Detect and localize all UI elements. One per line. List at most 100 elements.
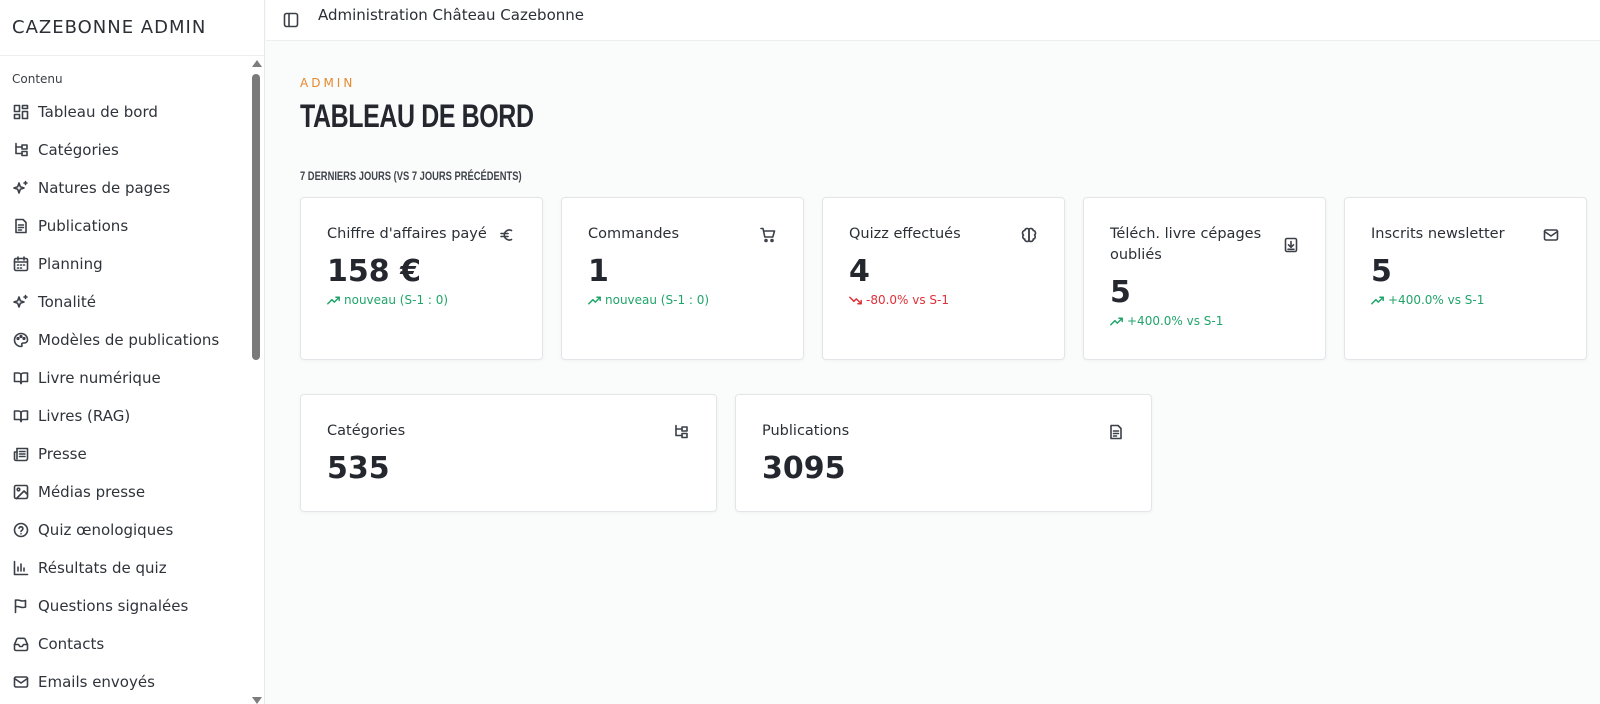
sidebar-item-label: Planning	[38, 255, 103, 273]
sidebar-item-livre-numerique[interactable]: Livre numérique	[0, 359, 264, 397]
kpi-label: Inscrits newsletter	[1371, 226, 1505, 242]
page-eyebrow: ADMIN	[300, 76, 356, 90]
kpi-delta: nouveau (S-1 : 0)	[327, 293, 516, 307]
stat-card-categories[interactable]: Catégories 535	[300, 394, 717, 512]
main-content: ADMIN TABLEAU DE BORD 7 DERNIERS JOURS (…	[300, 41, 1600, 512]
sidebar-item-label: Natures de pages	[38, 179, 171, 197]
calendar-icon	[12, 255, 30, 273]
sidebar-item-label: Livre numérique	[38, 369, 161, 387]
trend-up-icon	[1110, 317, 1123, 325]
palette-icon	[12, 331, 30, 349]
kpi-delta-text: nouveau (S-1 : 0)	[344, 293, 449, 307]
sidebar-item-label: Contacts	[38, 635, 105, 653]
stat-value: 3095	[762, 451, 846, 486]
sidebar-item-label: Livres (RAG)	[38, 407, 131, 425]
kpi-card-orders[interactable]: Commandes 1 nouveau (S-1 : 0)	[561, 197, 804, 360]
bar-chart-icon	[12, 559, 30, 577]
sparkles-icon	[12, 179, 30, 197]
nav-section-title: Contenu	[12, 72, 63, 86]
kpi-value: 4	[849, 254, 870, 289]
sidebar-item-medias-presse[interactable]: Médias presse	[0, 473, 264, 511]
sidebar-item-contacts[interactable]: Contacts	[0, 625, 264, 663]
euro-icon	[498, 226, 516, 244]
download-file-icon	[1283, 236, 1299, 254]
stat-row: Catégories 535 Publications 3095	[300, 394, 1600, 512]
sidebar-item-label: Emails envoyés	[38, 673, 155, 691]
panel-left-icon	[283, 12, 299, 28]
mail-icon	[12, 673, 30, 691]
stat-label: Catégories	[327, 423, 406, 439]
kpi-label: Quizz effectués	[849, 226, 961, 242]
kpi-delta-text: +400.0% vs S-1	[1388, 293, 1485, 307]
sidebar-item-label: Presse	[38, 445, 87, 463]
kpi-delta: +400.0% vs S-1	[1110, 314, 1299, 328]
scroll-up-arrow-icon[interactable]	[252, 60, 262, 67]
category-tree-icon	[672, 423, 690, 441]
sidebar-item-categories[interactable]: Catégories	[0, 131, 264, 169]
stat-label: Publications	[762, 423, 850, 439]
kpi-delta-text: -80.0% vs S-1	[866, 293, 950, 307]
period-label: 7 DERNIERS JOURS (VS 7 JOURS PRÉCÉDENTS)	[300, 169, 522, 183]
image-icon	[12, 483, 30, 501]
sidebar-item-presse[interactable]: Presse	[0, 435, 264, 473]
kpi-value: 158 €	[327, 254, 421, 289]
document-icon	[1107, 423, 1125, 441]
scrollbar-thumb[interactable]	[252, 74, 260, 360]
dashboard-icon	[12, 103, 30, 121]
sidebar-item-resultats-de-quiz[interactable]: Résultats de quiz	[0, 549, 264, 587]
trend-up-icon	[327, 296, 340, 304]
sidebar-item-natures-de-pages[interactable]: Natures de pages	[0, 169, 264, 207]
kpi-row: Chiffre d'affaires payé 158 € nouveau (S…	[300, 197, 1600, 360]
stat-card-publications[interactable]: Publications 3095	[735, 394, 1152, 512]
sidebar-item-label: Questions signalées	[38, 597, 189, 615]
sidebar-item-label: Modèles de publications	[38, 331, 220, 349]
kpi-label: Téléch. livre cépages oubliés	[1110, 226, 1262, 263]
sparkles-icon	[12, 293, 30, 311]
sidebar-item-label: Catégories	[38, 141, 119, 159]
kpi-card-quizz[interactable]: Quizz effectués 4 -80.0% vs S-1	[822, 197, 1065, 360]
kpi-label: Commandes	[588, 226, 680, 242]
sidebar-item-tonalite[interactable]: Tonalité	[0, 283, 264, 321]
mail-icon	[1542, 226, 1560, 244]
brain-icon	[1020, 226, 1038, 244]
sidebar-item-label: Quiz œnologiques	[38, 521, 174, 539]
kpi-card-downloads[interactable]: Téléch. livre cépages oubliés 5 +400.0% …	[1083, 197, 1326, 360]
sidebar-item-emails-envoyes[interactable]: Emails envoyés	[0, 663, 264, 701]
trend-up-icon	[588, 296, 601, 304]
kpi-delta: +400.0% vs S-1	[1371, 293, 1560, 307]
brand-logo[interactable]: CAZEBONNE ADMIN	[0, 0, 264, 56]
sidebar-item-label: Résultats de quiz	[38, 559, 167, 577]
kpi-delta-text: nouveau (S-1 : 0)	[605, 293, 710, 307]
sidebar-item-questions-signalees[interactable]: Questions signalées	[0, 587, 264, 625]
page-title: TABLEAU DE BORD	[300, 98, 534, 134]
kpi-card-newsletter[interactable]: Inscrits newsletter 5 +400.0% vs S-1	[1344, 197, 1587, 360]
sidebar-toggle-button[interactable]	[280, 9, 302, 31]
book-icon	[12, 407, 30, 425]
cart-icon	[759, 226, 777, 244]
kpi-value: 5	[1110, 275, 1131, 310]
trend-up-icon	[1371, 296, 1384, 304]
scroll-down-arrow-icon[interactable]	[252, 697, 262, 704]
sidebar-item-modeles-de-publications[interactable]: Modèles de publications	[0, 321, 264, 359]
sidebar-item-quiz-oenologiques[interactable]: Quiz œnologiques	[0, 511, 264, 549]
sidebar-scrollbar[interactable]	[250, 58, 262, 704]
kpi-value: 5	[1371, 254, 1392, 289]
help-circle-icon	[12, 521, 30, 539]
flag-icon	[12, 597, 30, 615]
sidebar-item-tableau-de-bord[interactable]: Tableau de bord	[0, 93, 264, 131]
sidebar: CAZEBONNE ADMIN Contenu Tableau de bord …	[0, 0, 265, 704]
top-bar: Administration Château Cazebonne	[266, 0, 1600, 41]
kpi-delta: -80.0% vs S-1	[849, 293, 1038, 307]
newspaper-icon	[12, 445, 30, 463]
inbox-icon	[12, 635, 30, 653]
kpi-label: Chiffre d'affaires payé	[327, 226, 487, 242]
book-icon	[12, 369, 30, 387]
sidebar-item-publications[interactable]: Publications	[0, 207, 264, 245]
document-icon	[12, 217, 30, 235]
nav-list: Tableau de bord Catégories Natures de pa…	[0, 93, 264, 701]
kpi-delta-text: +400.0% vs S-1	[1127, 314, 1224, 328]
kpi-card-revenue[interactable]: Chiffre d'affaires payé 158 € nouveau (S…	[300, 197, 543, 360]
sidebar-item-planning[interactable]: Planning	[0, 245, 264, 283]
sidebar-item-label: Publications	[38, 217, 129, 235]
sidebar-item-livres-rag[interactable]: Livres (RAG)	[0, 397, 264, 435]
